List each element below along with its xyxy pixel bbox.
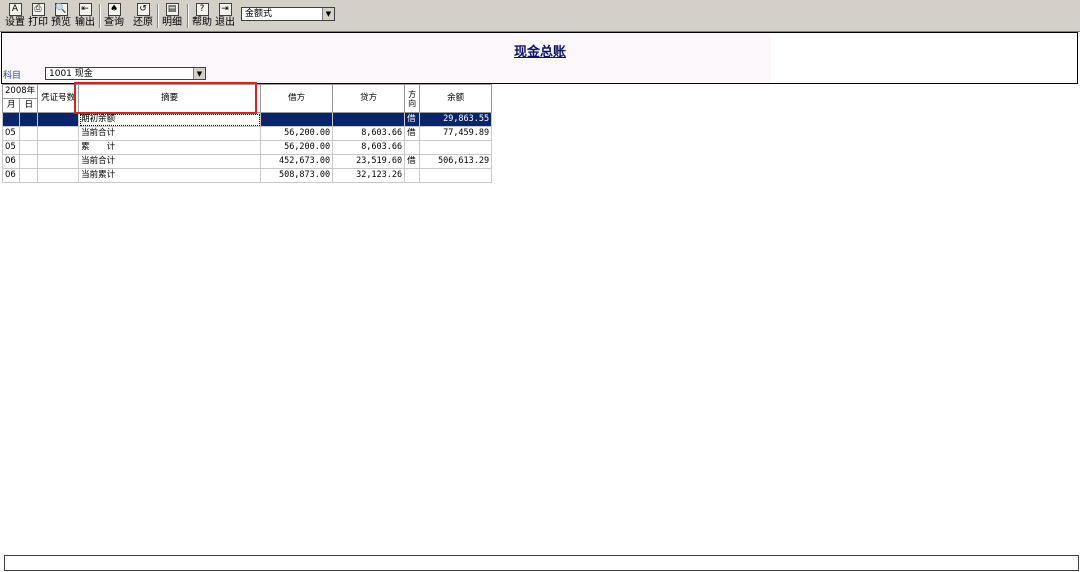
detail-button[interactable]: ▤ 明细 <box>161 3 183 30</box>
binoculars-icon: ♠ <box>107 3 121 16</box>
debit-cell: 56,200.00 <box>260 140 334 155</box>
balance-header: 余额 <box>419 84 493 113</box>
month-cell <box>1 112 21 127</box>
direction-header: 方向 <box>404 84 421 113</box>
direction-cell: 借 <box>404 112 421 127</box>
balance-cell: 77,459.89 <box>419 126 493 141</box>
chevron-down-icon[interactable]: ▼ <box>322 8 334 20</box>
toolbar-separator <box>187 4 189 28</box>
summary-cell: 当前合计 <box>78 126 262 141</box>
help-button[interactable]: ? 帮助 <box>191 3 213 30</box>
summary-header: 摘要 <box>78 84 262 113</box>
summary-cell: 当前累计 <box>78 168 262 183</box>
export-label: 输出 <box>75 17 95 28</box>
report-title: 现金总账 <box>513 45 566 60</box>
voucher-cell <box>37 154 80 169</box>
balance-cell: 29,863.55 <box>419 112 493 127</box>
balance-cell <box>419 168 493 183</box>
export-button[interactable]: ⇤ 输出 <box>74 3 96 30</box>
debit-cell: 56,200.00 <box>260 126 334 141</box>
format-select-value: 金额式 <box>245 9 273 19</box>
query-label: 查询 <box>104 17 124 28</box>
month-header: 月 <box>1 98 21 113</box>
voucher-cell <box>37 168 80 183</box>
preview-button[interactable]: 🔍 预览 <box>50 3 72 30</box>
direction-cell: 借 <box>404 154 421 169</box>
status-bar <box>4 555 1079 571</box>
month-cell: 06 <box>1 154 21 169</box>
voucher-cell <box>37 126 80 141</box>
restore-label: 还原 <box>133 17 153 28</box>
exit-button[interactable]: ⇥ 退出 <box>214 3 236 30</box>
month-cell: 05 <box>1 126 21 141</box>
detail-list-icon: ▤ <box>165 3 179 16</box>
setup-icon: A <box>8 3 22 16</box>
table-row[interactable]: 06 当前合计 452,673.00 23,519.60 借 506,613.2… <box>1 154 493 169</box>
month-cell: 05 <box>1 140 21 155</box>
credit-cell: 8,603.66 <box>332 126 406 141</box>
print-button[interactable]: ⎙ 打印 <box>27 3 49 30</box>
voucher-header: 凭证号数 <box>37 84 80 113</box>
summary-cell: 累 计 <box>78 140 262 155</box>
day-cell <box>19 126 39 141</box>
exit-label: 退出 <box>215 17 235 28</box>
export-icon: ⇤ <box>78 3 92 16</box>
help-label: 帮助 <box>192 17 212 28</box>
table-row[interactable]: 05 当前合计 56,200.00 8,603.66 借 77,459.89 <box>1 126 493 141</box>
balance-cell: 506,613.29 <box>419 154 493 169</box>
debit-cell: 452,673.00 <box>260 154 334 169</box>
month-cell: 06 <box>1 168 21 183</box>
subject-select[interactable]: 1001 现金 ▼ <box>45 67 206 80</box>
detail-label: 明细 <box>162 17 182 28</box>
voucher-cell <box>37 140 80 155</box>
direction-cell <box>404 168 421 183</box>
year-header: 2008年 <box>1 84 39 99</box>
restore-button[interactable]: ↺ 还原 <box>132 3 154 30</box>
table-row[interactable]: 05 累 计 56,200.00 8,603.66 <box>1 140 493 155</box>
restore-icon: ↺ <box>136 3 150 16</box>
ledger-table: 2008年 凭证号数 摘要 借方 贷方 方向 余额 月 日 期初余额 借 29,… <box>1 84 493 183</box>
format-select[interactable]: 金额式 ▼ <box>241 7 335 21</box>
summary-cell: 当前合计 <box>78 154 262 169</box>
printer-icon: ⎙ <box>31 3 45 16</box>
preview-icon: 🔍 <box>54 3 68 16</box>
day-cell <box>19 140 39 155</box>
direction-cell <box>404 140 421 155</box>
balance-cell <box>419 140 493 155</box>
toolbar: A 设置 ⎙ 打印 🔍 预览 ⇤ 输出 ♠ 查询 ↺ 还原 ▤ 明细 ? 帮助 … <box>0 0 1080 32</box>
credit-header: 贷方 <box>332 84 406 113</box>
setup-label: 设置 <box>5 17 25 28</box>
help-icon: ? <box>195 3 209 16</box>
table-row-selected[interactable]: 期初余额 借 29,863.55 <box>1 112 493 127</box>
debit-header: 借方 <box>260 84 334 113</box>
direction-cell: 借 <box>404 126 421 141</box>
subject-label: 科目 <box>3 71 22 81</box>
debit-cell <box>260 112 334 127</box>
day-cell <box>19 112 39 127</box>
table-row[interactable]: 06 当前累计 508,873.00 32,123.26 <box>1 168 493 183</box>
preview-label: 预览 <box>51 17 71 28</box>
subject-select-value: 1001 现金 <box>49 69 93 79</box>
credit-cell: 23,519.60 <box>332 154 406 169</box>
setup-button[interactable]: A 设置 <box>4 3 26 30</box>
print-label: 打印 <box>28 17 48 28</box>
credit-cell: 32,123.26 <box>332 168 406 183</box>
report-header: 现金总账 科目 1001 现金 ▼ <box>1 32 1078 84</box>
toolbar-separator <box>99 4 101 28</box>
chevron-down-icon[interactable]: ▼ <box>193 68 205 79</box>
exit-icon: ⇥ <box>218 3 232 16</box>
day-cell <box>19 168 39 183</box>
summary-cell[interactable]: 期初余额 <box>78 112 262 127</box>
day-cell <box>19 154 39 169</box>
credit-cell: 8,603.66 <box>332 140 406 155</box>
debit-cell: 508,873.00 <box>260 168 334 183</box>
toolbar-separator <box>157 4 159 28</box>
voucher-cell <box>37 112 80 127</box>
day-header: 日 <box>19 98 39 113</box>
credit-cell <box>332 112 406 127</box>
query-button[interactable]: ♠ 查询 <box>103 3 125 30</box>
